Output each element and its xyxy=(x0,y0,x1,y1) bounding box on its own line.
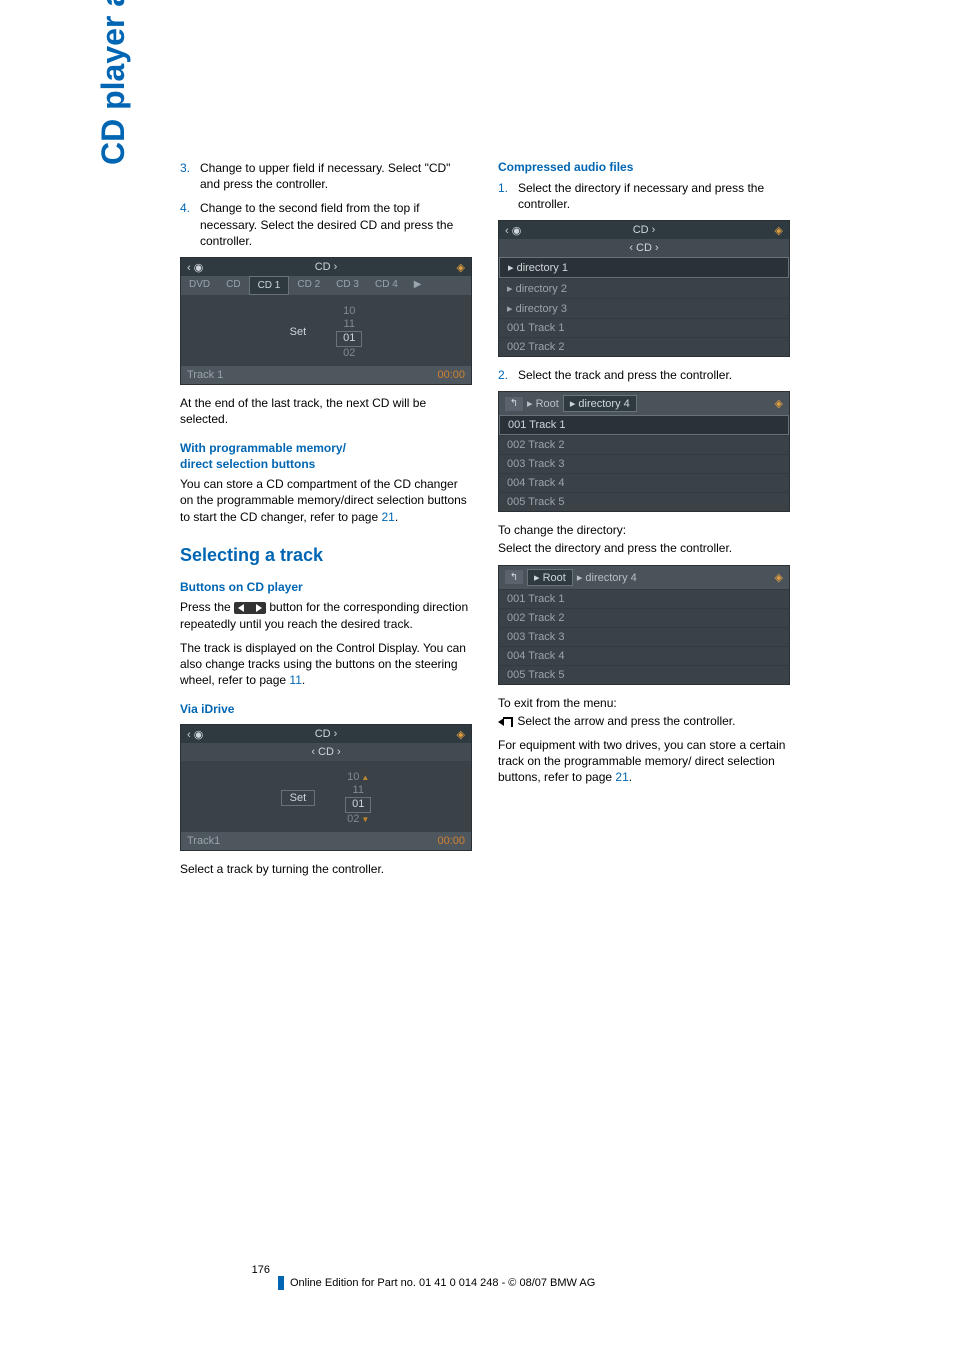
idrive-caption: Select a track by turning the controller… xyxy=(180,861,470,877)
footer-bar-icon xyxy=(278,1276,284,1290)
screenshot-track-list-dir4: ↰ ▸ Root ▸ directory 4 ◈ 001 Track 1 002… xyxy=(498,391,790,512)
after-shot-text: At the end of the last track, the next C… xyxy=(180,395,470,427)
equipment-text: For equipment with two drives, you can s… xyxy=(498,737,788,786)
left-column: 3. Change to upper field if necessary. S… xyxy=(180,160,470,885)
exit-menu-text: Select the arrow and press the controlle… xyxy=(498,713,788,729)
change-directory-text: Select the directory and press the contr… xyxy=(498,540,788,556)
heading-programmable-memory: With programmable memory/ direct selecti… xyxy=(180,441,470,472)
steps-compressed-1: 1. Select the directory if necessary and… xyxy=(498,180,788,212)
heading-via-idrive: Via iDrive xyxy=(180,702,470,718)
page-number: 176 xyxy=(180,1264,278,1276)
page-link-11[interactable]: 11 xyxy=(289,673,301,687)
prev-next-button-icon xyxy=(234,602,266,614)
heading-selecting-track: Selecting a track xyxy=(180,545,470,566)
step-text: Select the directory if necessary and pr… xyxy=(518,180,788,212)
page-link-21[interactable]: 21 xyxy=(381,510,394,524)
step-text: Select the track and press the controlle… xyxy=(518,367,732,383)
exit-menu-label: To exit from the menu: xyxy=(498,695,788,711)
screenshot-directory-list: ‹ ◉CD ›◈ ‹ CD › ▸ directory 1 ▸ director… xyxy=(498,220,790,357)
copyright-text: Online Edition for Part no. 01 41 0 014 … xyxy=(290,1277,595,1289)
page-link-21[interactable]: 21 xyxy=(615,770,628,784)
screenshot-idrive-track: ‹ ◉CD ›◈ ‹ CD › Set 10▲ 11 01 02▼ Track1… xyxy=(180,724,472,851)
change-directory-label: To change the directory: xyxy=(498,522,788,538)
step-text: Change to upper field if necessary. Sele… xyxy=(200,160,470,192)
side-section-title: CD player and CD changer xyxy=(95,0,132,165)
right-column: Compressed audio files 1. Select the dir… xyxy=(498,160,788,885)
programmable-memory-text: You can store a CD compartment of the CD… xyxy=(180,476,470,525)
page-footer: 176 Online Edition for Part no. 01 41 0 … xyxy=(180,1264,864,1290)
step-number: 2. xyxy=(498,367,518,383)
back-arrow-icon xyxy=(498,716,514,728)
step-number: 1. xyxy=(498,180,518,212)
step-number: 3. xyxy=(180,160,200,192)
screenshot-cd-tabs: ‹ ◉CD ›◈ DVD CD CD 1 CD 2 CD 3 CD 4 ▶ Se… xyxy=(180,257,472,385)
step-text: Change to the second field from the top … xyxy=(200,200,470,249)
buttons-text-2: The track is displayed on the Control Di… xyxy=(180,640,470,689)
heading-buttons-cd-player: Buttons on CD player xyxy=(180,580,470,596)
heading-compressed-audio: Compressed audio files xyxy=(498,160,788,176)
step-number: 4. xyxy=(180,200,200,249)
steps-compressed-2: 2. Select the track and press the contro… xyxy=(498,367,788,383)
screenshot-track-list-root: ↰ ▸ Root ▸ directory 4 ◈ 001 Track 1 002… xyxy=(498,565,790,685)
buttons-text: Press the button for the corresponding d… xyxy=(180,599,470,631)
steps-change-field: 3. Change to upper field if necessary. S… xyxy=(180,160,470,249)
